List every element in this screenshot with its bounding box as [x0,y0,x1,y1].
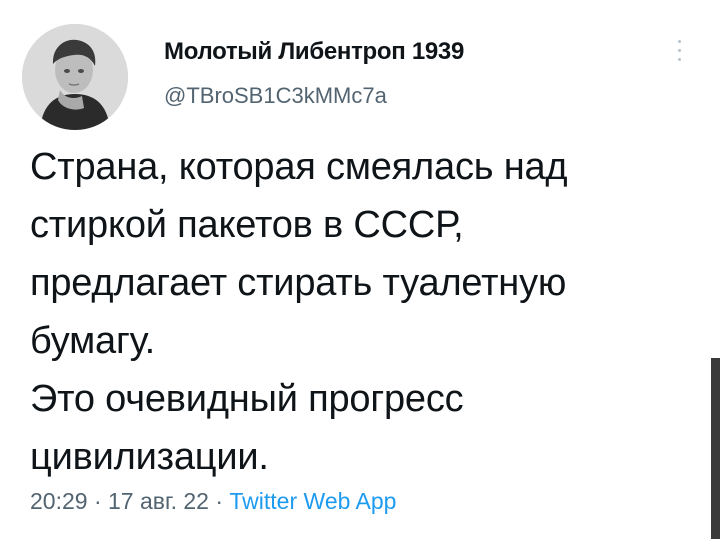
author-display-name[interactable]: Молотый Либентроп 1939 [164,38,464,66]
user-avatar-photo-icon [22,24,128,130]
meta-separator: · [87,488,109,514]
tweet-text-line: предлагает стирать туалетную [30,262,567,304]
tweet-text-line: цивилизации. [30,436,269,478]
tweet-text: Страна, которая смеялась над стиркой пак… [30,138,702,486]
tweet-meta: 20:29 · 17 авг. 22 · Twitter Web App [30,488,396,515]
more-vertical-icon[interactable] [672,40,686,70]
tweet-time[interactable]: 20:29 [30,488,88,514]
tweet-text-line: Страна, которая смеялась над [30,146,568,188]
tweet-text-line: стиркой пакетов в СССР, [30,204,464,246]
scrollbar[interactable] [711,358,720,539]
tweet-text-line: бумагу. [30,320,155,362]
tweet-date[interactable]: 17 авг. 22 [108,488,209,514]
meta-separator: · [208,488,230,514]
tweet-text-line: Это очевидный прогресс [30,378,464,420]
tweet-source[interactable]: Twitter Web App [229,488,396,514]
avatar[interactable] [22,24,128,130]
author-handle[interactable]: @TBroSB1C3kMMc7a [164,83,387,109]
